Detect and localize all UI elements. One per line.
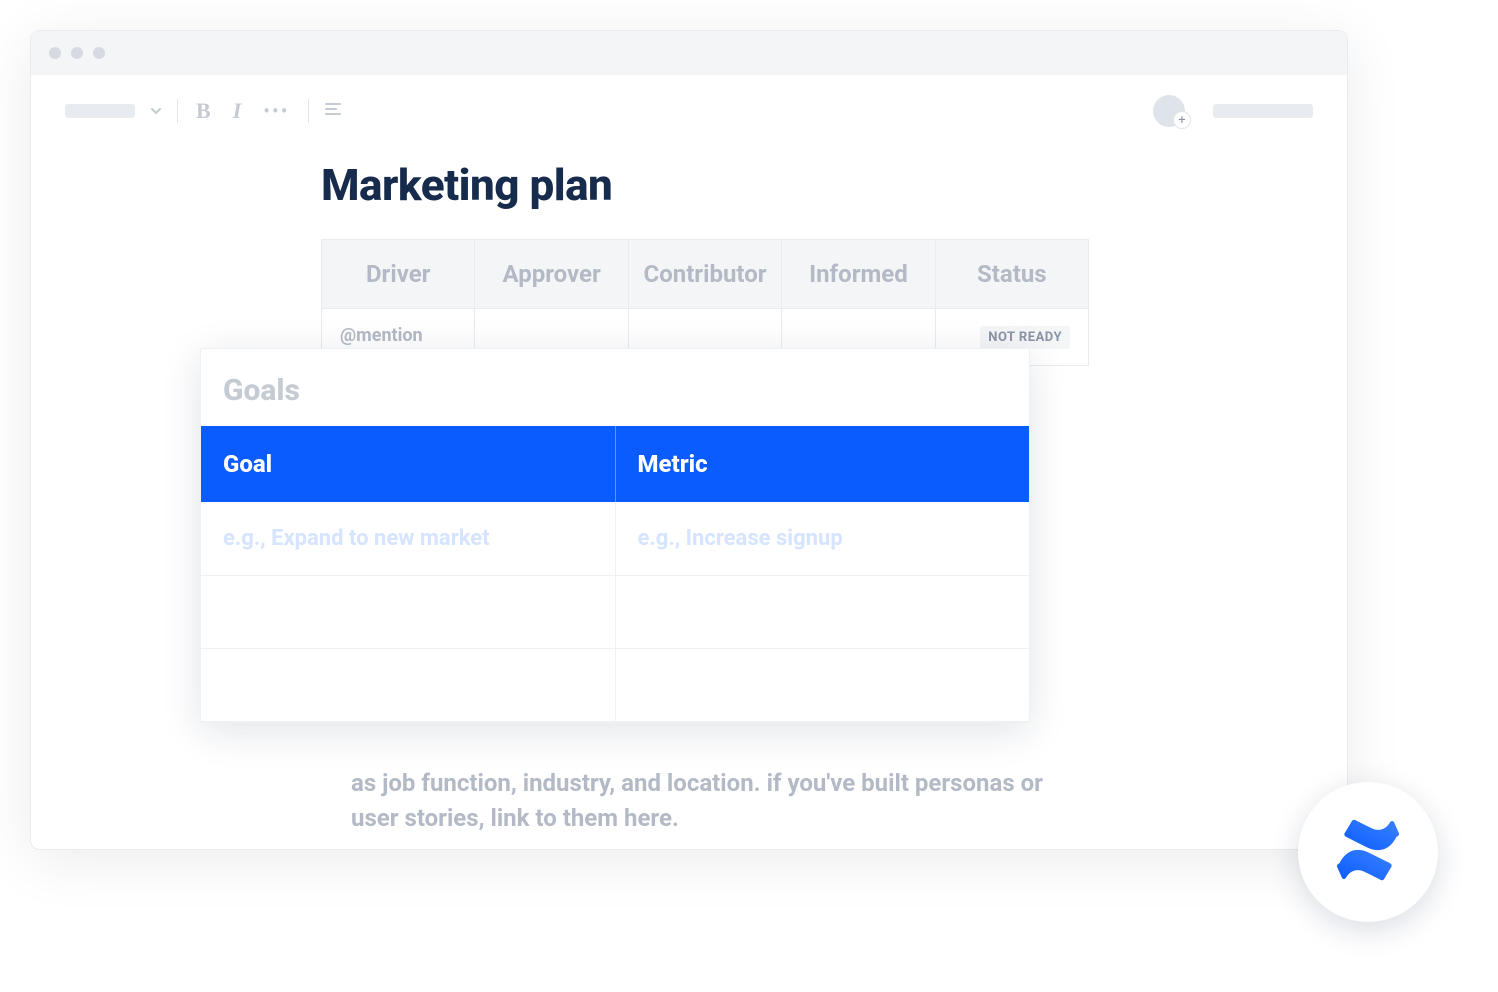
- td-goal[interactable]: [201, 576, 616, 648]
- th-contributor: Contributor: [629, 240, 782, 308]
- th-approver: Approver: [475, 240, 628, 308]
- more-formatting-button[interactable]: •••: [259, 99, 293, 123]
- th-goal: Goal: [201, 426, 616, 502]
- td-goal[interactable]: [201, 649, 616, 721]
- add-collaborator-icon[interactable]: +: [1173, 111, 1191, 129]
- goals-panel: Goals Goal Metric e.g., Expand to new ma…: [200, 348, 1030, 723]
- table-row: [201, 649, 1029, 722]
- bold-button[interactable]: B: [192, 98, 215, 124]
- td-metric[interactable]: [616, 576, 1030, 648]
- table-header-row: Driver Approver Contributor Informed Sta…: [322, 240, 1088, 308]
- table-row: [201, 576, 1029, 649]
- td-metric[interactable]: e.g., Increase signup: [616, 502, 1030, 575]
- window-control-close[interactable]: [49, 47, 61, 59]
- th-status: Status: [936, 240, 1088, 308]
- window-titlebar: [31, 31, 1347, 75]
- avatar[interactable]: +: [1153, 95, 1185, 127]
- italic-button[interactable]: I: [229, 98, 246, 124]
- td-goal[interactable]: e.g., Expand to new market: [201, 502, 616, 575]
- window-control-minimize[interactable]: [71, 47, 83, 59]
- toolbar-placeholder-right: [1213, 104, 1313, 118]
- dacis-table: Driver Approver Contributor Informed Sta…: [321, 239, 1089, 366]
- confluence-logo-badge: [1298, 782, 1438, 922]
- th-informed: Informed: [782, 240, 935, 308]
- page-title[interactable]: Marketing plan: [321, 159, 1347, 211]
- th-driver: Driver: [322, 240, 475, 308]
- chevron-down-icon[interactable]: [149, 104, 163, 118]
- editor-toolbar: B I ••• +: [31, 75, 1347, 137]
- toolbar-divider: [308, 99, 309, 123]
- toolbar-placeholder: [65, 104, 135, 118]
- td-metric[interactable]: [616, 649, 1030, 721]
- confluence-icon: [1333, 815, 1403, 889]
- table-header-row: Goal Metric: [201, 426, 1029, 502]
- align-icon[interactable]: [323, 99, 343, 123]
- status-badge: NOT READY: [980, 326, 1070, 349]
- table-row: e.g., Expand to new market e.g., Increas…: [201, 502, 1029, 576]
- window-control-maximize[interactable]: [93, 47, 105, 59]
- goals-heading: Goals: [201, 373, 1029, 426]
- toolbar-divider: [177, 99, 178, 123]
- th-metric: Metric: [616, 426, 1030, 502]
- goals-table: Goal Metric e.g., Expand to new market e…: [201, 426, 1029, 722]
- body-paragraph[interactable]: as job function, industry, and location.…: [351, 766, 1051, 836]
